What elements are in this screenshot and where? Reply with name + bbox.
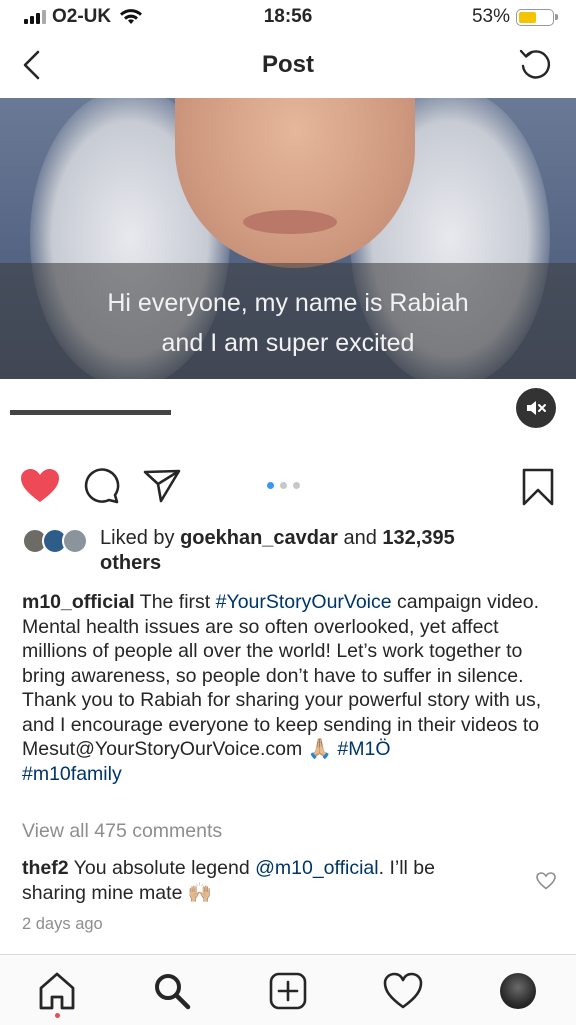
likes-text: Liked by goekhan_cavdar and 132,395 othe… (100, 526, 562, 576)
refresh-icon[interactable] (518, 46, 554, 82)
share-icon[interactable] (143, 468, 181, 504)
comment-icon[interactable] (82, 468, 120, 504)
liker-avatars (22, 528, 92, 556)
post-caption: m10_official The first #YourStoryOurVoic… (22, 590, 554, 786)
video-frame-lips (243, 210, 337, 234)
hashtag-link[interactable]: #YourStoryOurVoice (216, 591, 392, 613)
video-caption-line-2: and I am super excited (161, 329, 415, 357)
new-post-icon[interactable] (268, 971, 308, 1011)
likes-middle: and (337, 527, 383, 549)
carousel-dot (267, 482, 274, 489)
post-author[interactable]: m10_official (22, 591, 135, 613)
comment-like-heart-icon[interactable] (536, 872, 556, 890)
raised-hands-emoji: 🙌🏼 (187, 881, 213, 904)
likes-suffix[interactable]: others (100, 552, 161, 574)
speaker-muted-icon (527, 401, 546, 415)
home-notification-dot (55, 1013, 60, 1018)
post-timestamp: 2 days ago (22, 915, 103, 933)
hashtag-link[interactable]: #M1Ö (337, 738, 390, 760)
comment-text: You absolute legend (68, 857, 256, 879)
comment-author[interactable]: thef2 (22, 857, 69, 879)
video-caption-line-1: Hi everyone, my name is Rabiah (107, 289, 469, 317)
bottom-tab-bar (0, 954, 576, 1025)
battery-icon (516, 8, 558, 26)
comment-item: thef2 You absolute legend @m10_official.… (22, 856, 502, 905)
view-all-comments-link[interactable]: View all 475 comments (22, 820, 222, 843)
caption-text: campaign video. Mental health issues are… (22, 591, 542, 760)
post-video[interactable]: Hi everyone, my name is Rabiah and I am … (0, 98, 576, 448)
carousel-dot (280, 482, 287, 489)
bookmark-icon[interactable] (522, 468, 554, 506)
status-right: 53% (471, 6, 558, 28)
battery-percent: 53% (471, 6, 510, 27)
heart-filled-icon[interactable] (20, 468, 60, 504)
avatar (62, 528, 88, 554)
carousel-dot (293, 482, 300, 489)
video-caption: Hi everyone, my name is Rabiah and I am … (0, 283, 576, 363)
likes-count[interactable]: 132,395 (382, 527, 454, 549)
caption-text: The first (134, 591, 216, 613)
praying-hands-emoji: 🙏🏼 (307, 738, 332, 760)
home-icon[interactable] (37, 971, 77, 1011)
activity-heart-icon[interactable] (383, 971, 423, 1011)
likes-summary[interactable]: Liked by goekhan_cavdar and 132,395 othe… (22, 526, 562, 576)
nav-bar: Post (0, 34, 576, 98)
post-actions (0, 456, 576, 516)
page-title: Post (261, 51, 314, 78)
likes-prefix: Liked by (100, 527, 181, 549)
status-bar: O2-UK 18:56 53% (0, 0, 576, 34)
liker-username[interactable]: goekhan_cavdar (180, 527, 338, 549)
carousel-indicator (267, 482, 300, 489)
mute-button[interactable] (516, 388, 556, 428)
search-icon[interactable] (152, 971, 192, 1011)
hashtag-link[interactable]: #m10family (22, 763, 122, 785)
profile-avatar[interactable] (500, 973, 536, 1009)
video-progress-bar[interactable] (10, 410, 171, 415)
comment-mention[interactable]: @m10_official (255, 857, 379, 879)
